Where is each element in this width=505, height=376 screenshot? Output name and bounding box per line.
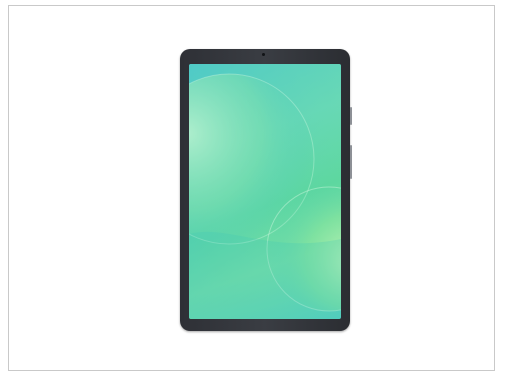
- tablet-screen-wallpaper: [189, 64, 341, 319]
- power-button-icon: [350, 107, 352, 125]
- front-camera-icon: [262, 53, 265, 56]
- tablet-device-icon: [180, 49, 352, 331]
- product-image-frame: [8, 5, 495, 371]
- wallpaper-art: [189, 64, 341, 319]
- volume-button-icon: [350, 145, 352, 179]
